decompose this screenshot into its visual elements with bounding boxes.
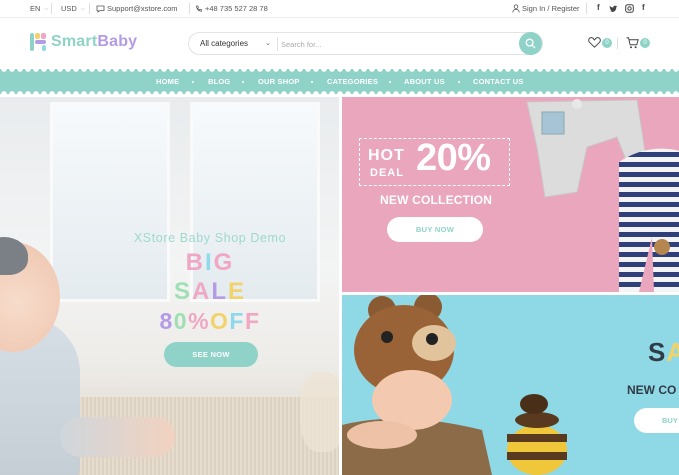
honey-pot-image <box>507 394 567 475</box>
nav-item-categories[interactable]: CATEGORIES <box>327 77 378 86</box>
language-selector[interactable]: EN ⌵ <box>30 4 48 13</box>
cart-count-badge: 0 <box>640 38 650 48</box>
account-label: Sign In / Register <box>522 4 580 13</box>
teddy-bear-image <box>300 372 339 452</box>
language-label: EN <box>30 4 41 13</box>
nav-item-our-shop[interactable]: OUR SHOP <box>258 77 300 86</box>
hot-label: HOT <box>368 147 405 164</box>
chevron-down-icon: ⌵ <box>80 5 85 12</box>
deal-label: DEAL <box>370 167 404 179</box>
facebook-icon[interactable]: f <box>597 3 600 12</box>
divider <box>617 38 618 49</box>
search-input[interactable] <box>281 36 511 52</box>
nav-item-about-us[interactable]: ABOUT US <box>404 77 445 86</box>
see-now-button[interactable]: SEE NOW <box>164 342 258 367</box>
cart-button[interactable]: 0 <box>626 37 650 49</box>
user-icon <box>512 4 520 13</box>
hero-headline-sale: SALE <box>173 278 247 305</box>
twitter-icon[interactable] <box>609 5 618 13</box>
promo-banner-hot-deal[interactable]: HOT DEAL 20% NEW COLLECTION BUY NOW <box>342 97 679 292</box>
support-email: Support@xstore.com <box>107 4 178 13</box>
baby-leg-image <box>60 417 175 457</box>
logo-mark <box>30 33 48 51</box>
heart-icon <box>588 37 601 48</box>
nav-separator <box>458 81 460 83</box>
currency-label: USD <box>61 4 77 13</box>
wishlist-count-badge: 0 <box>602 37 612 48</box>
chevron-down-icon: ⌵ <box>44 5 49 12</box>
main-nav: HOME BLOG OUR SHOP CATEGORIES ABOUT US C… <box>0 69 679 94</box>
hero-headline-discount: 80% OFF <box>159 308 261 334</box>
logo[interactable]: SmartBaby <box>30 33 137 51</box>
buy-now-button[interactable]: BUY NOW <box>387 217 483 242</box>
divider <box>277 37 278 51</box>
sale-heading: SA <box>648 337 679 367</box>
nav-separator <box>192 81 194 83</box>
new-collection-heading: NEW COLLECTION <box>380 193 493 207</box>
search-button[interactable] <box>519 32 542 55</box>
buy-button[interactable]: BUY <box>634 408 679 433</box>
discount-percent: 20% <box>416 137 491 179</box>
baby-in-bear-hat-image <box>342 295 492 475</box>
account-link[interactable]: Sign In / Register <box>512 4 580 13</box>
brand-name: SmartBaby <box>51 33 138 50</box>
divider <box>89 3 90 14</box>
phone-number: +48 735 527 28 78 <box>205 4 268 13</box>
cart-icon <box>626 37 639 49</box>
promo-banner-sale[interactable]: SA NEW CO BUY <box>342 295 679 475</box>
nav-item-contact-us[interactable]: CONTACT US <box>473 77 524 86</box>
nav-item-blog[interactable]: BLOG <box>208 77 230 86</box>
phone-link[interactable]: +48 735 527 28 78 <box>195 4 268 13</box>
hero-subtitle: XStore Baby Shop Demo <box>133 231 287 245</box>
nav-separator <box>389 81 391 83</box>
divider <box>189 3 190 14</box>
instagram-icon[interactable] <box>625 4 634 13</box>
nav-separator <box>242 81 244 83</box>
search-bar: All categories ⌄ <box>188 32 543 55</box>
wishlist-button[interactable]: 0 <box>588 37 612 48</box>
hero-headline-big: BIG <box>185 249 235 276</box>
divider <box>586 3 587 14</box>
support-email-link[interactable]: Support@xstore.com <box>96 4 178 13</box>
nav-item-home[interactable]: HOME <box>156 77 179 86</box>
striped-clothes-image <box>619 148 679 292</box>
chat-icon <box>96 5 105 13</box>
currency-selector[interactable]: USD ⌵ <box>61 4 85 13</box>
top-bar: EN ⌵ USD ⌵ Support@xstore.com +48 735 52… <box>0 0 679 18</box>
search-icon <box>525 38 536 49</box>
divider <box>51 3 52 14</box>
chevron-down-icon[interactable]: ⌄ <box>265 39 271 47</box>
phone-icon <box>196 5 203 12</box>
category-select[interactable]: All categories <box>200 39 248 48</box>
new-collection-heading: NEW CO <box>627 383 677 397</box>
nav-separator <box>311 81 313 83</box>
facebook-icon[interactable]: f <box>642 3 645 12</box>
